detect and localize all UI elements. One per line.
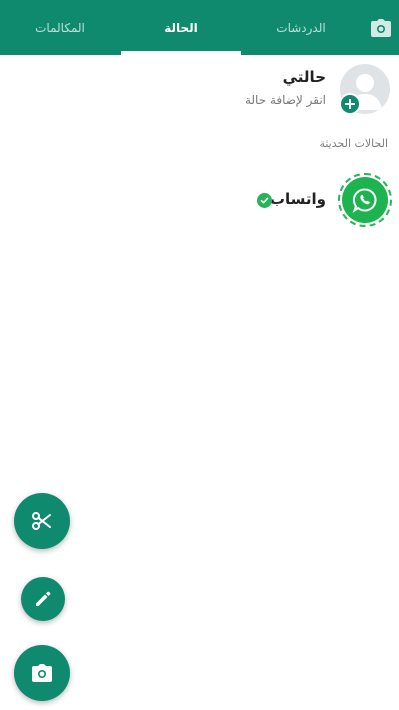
verified-badge-icon (257, 193, 272, 208)
camera-status-button[interactable] (14, 645, 70, 701)
scissors-button[interactable] (14, 493, 70, 549)
recent-updates-label: الحالات الحديثة (319, 137, 388, 150)
status-list-item[interactable]: واتساب (0, 172, 399, 230)
plus-icon (345, 99, 355, 109)
whatsapp-avatar (342, 177, 388, 223)
pencil-icon (36, 591, 51, 606)
whatsapp-logo-icon (352, 188, 377, 213)
camera-icon (32, 664, 52, 682)
status-ring (338, 173, 392, 227)
tab-calls-label: المكالمات (35, 20, 85, 35)
my-status-subtitle: انقر لإضافة حالة (244, 93, 326, 107)
top-app-bar: المكالمات الحالة الدردشات (0, 0, 399, 55)
my-status-title: حالتي (282, 68, 326, 86)
text-status-button[interactable] (21, 577, 65, 621)
camera-icon (370, 18, 391, 37)
status-contact-name: واتساب (269, 190, 326, 208)
tab-status-label: الحالة (164, 20, 198, 35)
active-tab-indicator (121, 51, 241, 55)
my-status-row[interactable]: حالتي انقر لإضافة حالة (0, 60, 399, 122)
tab-status[interactable]: الحالة (121, 0, 241, 55)
scissors-icon (32, 512, 51, 530)
add-status-badge[interactable] (339, 93, 361, 115)
tab-chats[interactable]: الدردشات (241, 0, 361, 55)
tab-chats-label: الدردشات (276, 20, 326, 35)
tab-camera[interactable] (362, 0, 399, 55)
tab-calls[interactable]: المكالمات (0, 0, 120, 55)
